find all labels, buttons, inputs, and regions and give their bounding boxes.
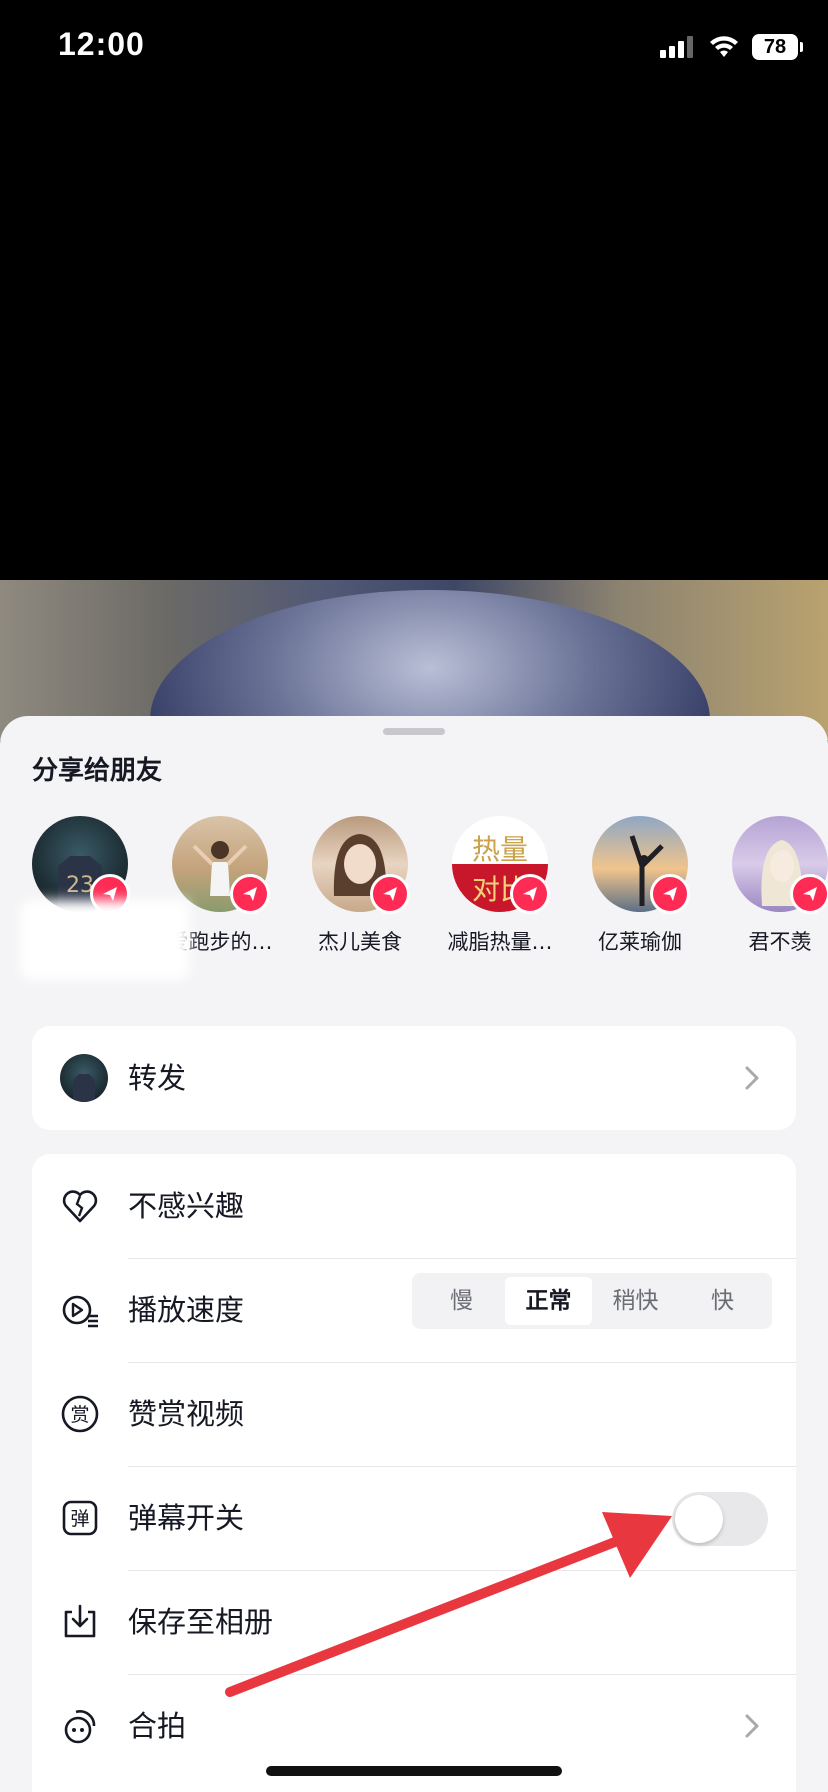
chevron-right-icon xyxy=(745,1066,759,1090)
danmaku-toggle[interactable] xyxy=(672,1492,768,1546)
speed-option-fast[interactable]: 快 xyxy=(679,1277,766,1325)
battery-icon: 78 xyxy=(752,34,803,60)
share-sheet: 分享给朋友 23 爱跑步的… 杰儿美食 热量 对比 减脂热量… 亿莱瑜伽 君不羡… xyxy=(0,716,828,1792)
speed-option-faster[interactable]: 稍快 xyxy=(592,1277,679,1325)
avatar-text-top: 热量 xyxy=(471,833,528,866)
friend-item[interactable]: 杰儿美食 xyxy=(290,816,430,956)
status-time: 12:00 xyxy=(58,26,145,62)
save-row[interactable]: 保存至相册 xyxy=(32,1570,796,1674)
friend-name: 杰儿美食 xyxy=(318,930,402,954)
not-interested-row[interactable]: 不感兴趣 xyxy=(32,1154,796,1258)
friend-item[interactable]: 亿莱瑜伽 xyxy=(570,816,710,956)
send-icon[interactable] xyxy=(650,874,690,914)
sheet-title: 分享给朋友 xyxy=(32,756,163,786)
friend-item[interactable]: 热量 对比 减脂热量… xyxy=(430,816,570,956)
forward-label: 转发 xyxy=(128,1061,187,1095)
friend-avatar[interactable]: 23 xyxy=(32,816,130,914)
send-icon[interactable] xyxy=(510,874,550,914)
options-card: 不感兴趣 播放速度 慢 正常 稍快 快 赏 赞赏视频 弹 弹幕开关 保存至相册 … xyxy=(32,1154,796,1792)
reward-label: 赞赏视频 xyxy=(128,1397,245,1431)
danmaku-label: 弹幕开关 xyxy=(128,1501,245,1535)
cellular-signal-icon xyxy=(660,36,693,58)
home-indicator xyxy=(266,1766,562,1776)
friend-avatar[interactable]: 热量 对比 xyxy=(452,816,550,914)
privacy-mask xyxy=(20,900,190,980)
speed-option-normal[interactable]: 正常 xyxy=(505,1277,592,1325)
user-avatar xyxy=(60,1054,108,1102)
send-icon[interactable] xyxy=(790,874,828,914)
download-icon xyxy=(64,1604,96,1638)
playback-speed-row: 播放速度 慢 正常 稍快 快 xyxy=(32,1258,796,1362)
toggle-knob xyxy=(675,1495,723,1543)
danmaku-row: 弹 弹幕开关 xyxy=(32,1466,796,1570)
friend-name: 君不羡 xyxy=(748,930,812,954)
danmaku-icon: 弹 xyxy=(62,1500,98,1536)
speed-selector[interactable]: 慢 正常 稍快 快 xyxy=(412,1273,772,1329)
save-label: 保存至相册 xyxy=(128,1605,274,1639)
broken-heart-icon xyxy=(62,1190,98,1223)
duet-icon xyxy=(64,1710,96,1744)
forward-row[interactable]: 转发 xyxy=(32,1026,796,1130)
chevron-right-icon xyxy=(745,1714,759,1738)
send-icon[interactable] xyxy=(230,874,270,914)
status-bar: 12:00 78 xyxy=(0,0,828,100)
svg-text:赏: 赏 xyxy=(70,1404,89,1426)
friend-item[interactable]: 君不羡 xyxy=(710,816,828,956)
status-icons: 78 xyxy=(660,34,803,60)
friend-avatar[interactable] xyxy=(312,816,410,914)
reward-row[interactable]: 赏 赞赏视频 xyxy=(32,1362,796,1466)
duet-row[interactable]: 合拍 xyxy=(32,1674,796,1778)
svg-text:弹: 弹 xyxy=(70,1508,89,1530)
forward-card[interactable]: 转发 xyxy=(32,1026,796,1130)
friend-name: 减脂热量… xyxy=(447,930,553,954)
friend-avatar[interactable] xyxy=(172,816,270,914)
playback-speed-label: 播放速度 xyxy=(128,1293,245,1327)
send-icon[interactable] xyxy=(370,874,410,914)
not-interested-label: 不感兴趣 xyxy=(128,1189,245,1223)
friend-name: 亿莱瑜伽 xyxy=(598,930,682,954)
playback-speed-icon xyxy=(62,1295,98,1328)
speed-option-slow[interactable]: 慢 xyxy=(418,1277,505,1325)
duet-label: 合拍 xyxy=(128,1709,187,1743)
friend-avatar[interactable] xyxy=(592,816,690,914)
sheet-grabber[interactable] xyxy=(383,728,445,735)
wifi-icon xyxy=(710,36,738,57)
friend-avatar[interactable] xyxy=(732,816,828,914)
reward-icon: 赏 xyxy=(61,1395,99,1433)
